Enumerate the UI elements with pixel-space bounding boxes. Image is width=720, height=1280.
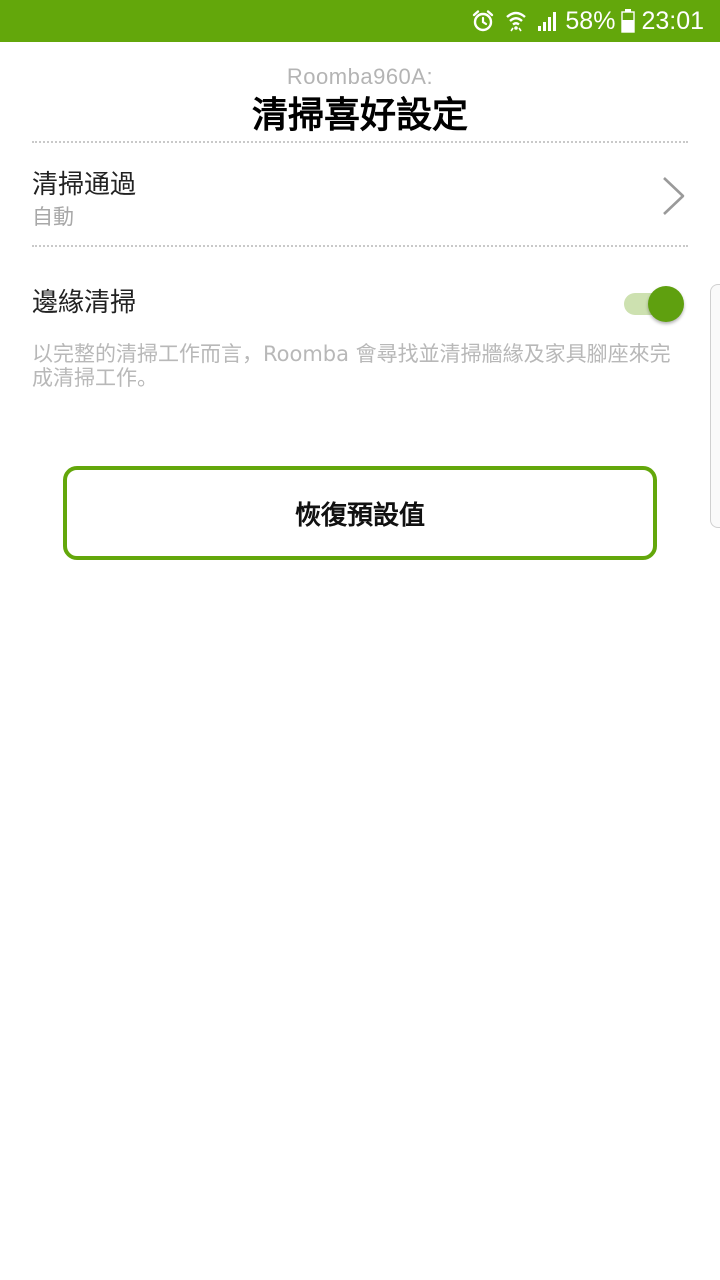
status-bar: 58% 23:01 xyxy=(0,0,720,42)
restore-defaults-button[interactable]: 恢復預設值 xyxy=(63,466,657,560)
page-header: Roomba960A: 清掃喜好設定 xyxy=(0,62,720,140)
edge-clean-label: 邊緣清掃 xyxy=(32,288,137,318)
alarm-icon xyxy=(471,9,495,33)
edge-clean-toggle[interactable] xyxy=(624,286,684,322)
toggle-thumb[interactable] xyxy=(648,286,684,322)
battery-icon xyxy=(621,9,636,33)
edge-clean-description: 以完整的清掃工作而言，Roomba 會尋找並清掃牆緣及家具腳座來完成清掃工作。 xyxy=(32,342,671,390)
signal-icon xyxy=(537,10,559,32)
cleaning-passes-label: 清掃通過 xyxy=(32,170,137,200)
edge-panel-handle[interactable] xyxy=(710,284,720,528)
cleaning-passes-row[interactable]: 清掃通過 自動 xyxy=(32,146,688,244)
divider-top xyxy=(32,141,688,143)
edge-clean-row: 邊緣清掃 以完整的清掃工作而言，Roomba 會尋找並清掃牆緣及家具腳座來完成清… xyxy=(32,252,688,402)
clock: 23:01 xyxy=(641,6,704,35)
battery-percent: 58% xyxy=(565,6,616,35)
page-title: 清掃喜好設定 xyxy=(251,95,468,136)
wifi-icon xyxy=(505,9,527,33)
cleaning-passes-value: 自動 xyxy=(32,205,74,229)
divider-middle xyxy=(32,245,688,247)
robot-name: Roomba960A: xyxy=(286,64,434,89)
chevron-right-icon[interactable] xyxy=(658,176,688,216)
